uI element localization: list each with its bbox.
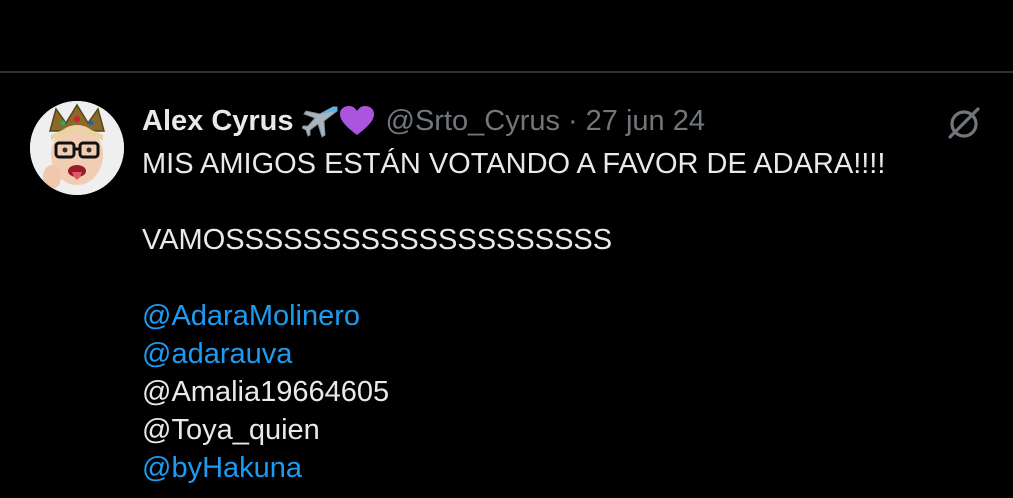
line-break xyxy=(142,259,992,297)
tweet-header: Alex Cyrus @Srto_Cyrus · 27 jun 24 xyxy=(142,101,705,141)
tweet-text-line: MIS AMIGOS ESTÁN VOTANDO A FAVOR DE ADAR… xyxy=(142,148,886,180)
user-handle[interactable]: @Srto_Cyrus xyxy=(386,101,560,141)
grok-button[interactable] xyxy=(944,103,984,143)
airplane-emoji-icon xyxy=(301,104,338,138)
tweet-date[interactable]: 27 jun 24 xyxy=(586,101,705,141)
mention-text: @Toya_quien xyxy=(142,414,320,446)
avatar[interactable] xyxy=(30,101,124,195)
avatar-image xyxy=(30,101,124,195)
display-name[interactable]: Alex Cyrus xyxy=(142,101,294,141)
tweet-text: MIS AMIGOS ESTÁN VOTANDO A FAVOR DE ADAR… xyxy=(142,145,992,487)
line-break xyxy=(142,183,992,221)
mention-link[interactable]: @adarauva xyxy=(142,335,992,373)
mention-link[interactable]: @byHakuna xyxy=(142,449,992,487)
purple-heart-icon xyxy=(339,106,374,136)
header-separator: · xyxy=(568,105,578,137)
tweet-text-line: VAMOSSSSSSSSSSSSSSSSSSSS xyxy=(142,224,613,256)
mention-text: @Amalia19664605 xyxy=(142,376,390,408)
tweet[interactable]: Alex Cyrus @Srto_Cyrus · 27 jun 24 MIS A… xyxy=(0,73,1013,498)
grok-icon xyxy=(948,107,980,139)
mention-link[interactable]: @AdaraMolinero xyxy=(142,297,992,335)
